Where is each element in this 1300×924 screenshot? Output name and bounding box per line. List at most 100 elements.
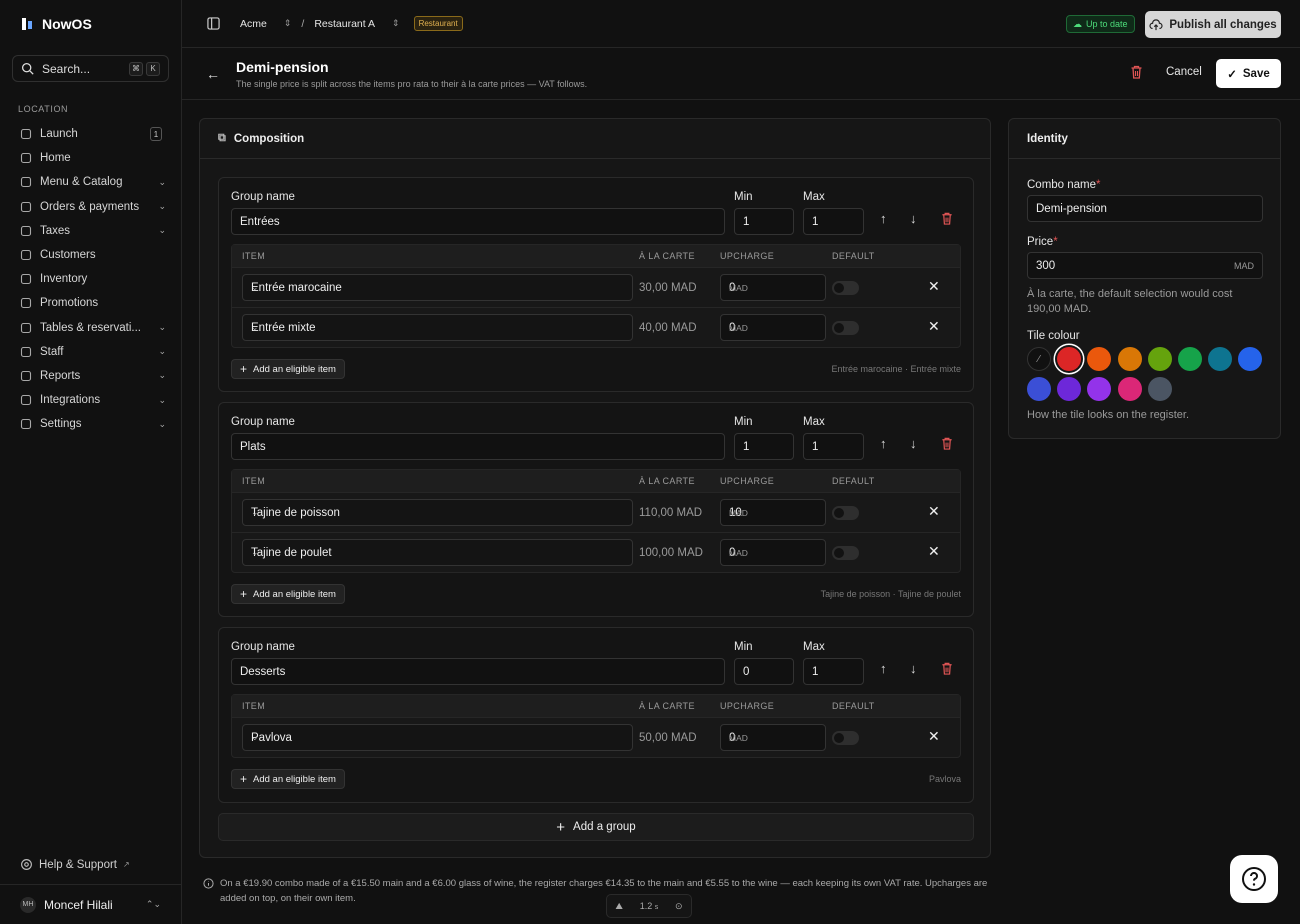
upcharge-field[interactable]: 0 MAD xyxy=(720,314,826,341)
group-name-field[interactable]: Entrées xyxy=(231,208,725,235)
add-item-button[interactable]: + Add an eligible item xyxy=(231,359,345,379)
user-name: Moncef Hilali xyxy=(44,897,113,912)
sidebar-item-staff[interactable]: Staff ⌄ xyxy=(12,340,170,364)
min-field[interactable]: 1 xyxy=(734,208,794,235)
save-button[interactable]: ✓ Save xyxy=(1216,59,1281,88)
colour-swatch[interactable] xyxy=(1238,347,1263,371)
mountain-icon[interactable]: ⛰ xyxy=(615,901,623,912)
colour-swatch[interactable] xyxy=(1208,347,1233,371)
colour-swatch[interactable] xyxy=(1087,377,1112,401)
colour-swatch[interactable] xyxy=(1027,377,1051,401)
min-field[interactable]: 1 xyxy=(734,433,794,460)
back-arrow-icon[interactable]: ← xyxy=(206,66,220,82)
arrow-up-icon[interactable]: ↑ xyxy=(880,661,887,676)
default-toggle[interactable] xyxy=(832,506,859,520)
chevron-updown-icon: ⇕ xyxy=(283,18,292,28)
default-toggle[interactable] xyxy=(832,731,859,745)
colour-swatch[interactable] xyxy=(1178,347,1202,371)
sidebar-item-menu-catalog[interactable]: Menu & Catalog ⌄ xyxy=(12,170,170,194)
group-name-field[interactable]: Plats xyxy=(231,433,725,460)
sidebar-item-orders-payments[interactable]: Orders & payments ⌄ xyxy=(12,195,170,219)
group-summary: Pavlova xyxy=(928,774,961,784)
remove-item-icon[interactable]: ✕ xyxy=(928,728,940,745)
delete-combo-icon[interactable] xyxy=(1130,65,1143,79)
item-select[interactable]: Tajine de poulet ⌄ xyxy=(242,539,633,566)
colour-swatch[interactable] xyxy=(1087,347,1112,371)
sidebar-item-promotions[interactable]: Promotions xyxy=(12,291,170,315)
chevron-updown-icon: ⇕ xyxy=(392,18,400,28)
sidebar-item-home[interactable]: Home xyxy=(12,146,170,170)
help-link[interactable]: Help & Support ↗ xyxy=(20,858,130,871)
min-value: 0 xyxy=(743,665,750,678)
colour-swatch[interactable] xyxy=(1147,377,1172,401)
combo-name-field[interactable]: Demi-pension xyxy=(1027,195,1263,222)
sidebar-item-tables-reservati[interactable]: Tables & reservati... ⌄ xyxy=(12,316,170,340)
default-toggle[interactable] xyxy=(832,321,859,335)
arrow-down-icon[interactable]: ↓ xyxy=(910,436,917,451)
user-menu[interactable]: MH Moncef Hilali ⌃⌄ xyxy=(0,884,181,924)
target-icon[interactable]: ⊙ xyxy=(675,901,683,912)
delete-group-icon[interactable] xyxy=(941,437,953,450)
remove-item-icon[interactable]: ✕ xyxy=(928,503,940,520)
arrow-down-icon[interactable]: ↓ xyxy=(910,661,917,676)
brand[interactable]: NowOS xyxy=(20,16,92,32)
colour-swatch[interactable] xyxy=(1057,347,1082,371)
required-marker: * xyxy=(1096,179,1101,191)
sidebar-item-settings[interactable]: Settings ⌄ xyxy=(12,412,170,436)
alacarte-price: 50,00 MAD xyxy=(639,732,697,744)
upcharge-field[interactable]: 0 MAD xyxy=(720,274,826,301)
max-field[interactable]: 1 xyxy=(803,433,864,460)
cancel-button[interactable]: Cancel xyxy=(1166,66,1202,78)
item-select[interactable]: Entrée mixte ⌄ xyxy=(242,314,633,341)
cloud-check-icon: ☁ xyxy=(1073,18,1082,29)
item-select[interactable]: Tajine de poisson ⌄ xyxy=(242,499,633,526)
identity-title: Identity xyxy=(1027,132,1068,145)
arrow-up-icon[interactable]: ↑ xyxy=(880,211,887,226)
arrow-down-icon[interactable]: ↓ xyxy=(910,211,917,226)
sidebar-item-label: Tables & reservati... xyxy=(40,321,141,334)
sidebar-toggle-icon[interactable] xyxy=(207,17,220,30)
delete-group-icon[interactable] xyxy=(941,212,953,225)
remove-item-icon[interactable]: ✕ xyxy=(928,318,940,335)
default-toggle[interactable] xyxy=(832,281,859,295)
min-field[interactable]: 0 xyxy=(734,658,794,685)
colour-swatch[interactable] xyxy=(1057,377,1082,401)
upcharge-field[interactable]: 0 MAD xyxy=(720,724,826,751)
org-switcher[interactable]: Acme ⇕ xyxy=(240,18,291,30)
item-select[interactable]: Pavlova ⌄ xyxy=(242,724,633,751)
add-item-button[interactable]: + Add an eligible item xyxy=(231,584,345,604)
group-name-field[interactable]: Desserts xyxy=(231,658,725,685)
sidebar-item-taxes[interactable]: Taxes ⌄ xyxy=(12,219,170,243)
sidebar-item-customers[interactable]: Customers xyxy=(12,243,170,267)
help-fab-button[interactable] xyxy=(1230,855,1278,903)
sidebar-item-launch[interactable]: Launch 1 xyxy=(12,122,170,146)
search-input[interactable]: Search... ⌘ K xyxy=(12,55,169,82)
add-item-button[interactable]: + Add an eligible item xyxy=(231,769,345,789)
max-field[interactable]: 1 xyxy=(803,208,864,235)
remove-item-icon[interactable]: ✕ xyxy=(928,543,940,560)
price-field[interactable]: 300 MAD xyxy=(1027,252,1263,279)
colour-swatch[interactable] xyxy=(1117,347,1142,371)
upcharge-field[interactable]: 0 MAD xyxy=(720,539,826,566)
item-select[interactable]: Entrée marocaine ⌄ xyxy=(242,274,633,301)
location-switcher[interactable]: Restaurant A ⇕ xyxy=(314,18,399,30)
colour-swatch[interactable] xyxy=(1117,377,1142,401)
sidebar-item-reports[interactable]: Reports ⌄ xyxy=(12,364,170,388)
colour-swatch-none[interactable]: ⁄ xyxy=(1027,347,1051,371)
sidebar-item-inventory[interactable]: Inventory xyxy=(12,267,170,291)
remove-item-icon[interactable]: ✕ xyxy=(928,278,940,295)
colour-swatch[interactable] xyxy=(1147,347,1172,371)
delete-group-icon[interactable] xyxy=(941,662,953,675)
add-group-button[interactable]: + Add a group xyxy=(218,813,974,841)
sidebar-item-integrations[interactable]: Integrations ⌄ xyxy=(12,388,170,412)
publish-button[interactable]: Publish all changes xyxy=(1145,11,1281,38)
upcharge-field[interactable]: 10 MAD xyxy=(720,499,826,526)
group-name-value: Plats xyxy=(240,440,266,453)
item-name: Entrée mixte xyxy=(251,321,316,334)
arrow-up-icon[interactable]: ↑ xyxy=(880,436,887,451)
org-name: Acme xyxy=(240,17,267,30)
default-toggle[interactable] xyxy=(832,546,859,560)
max-field[interactable]: 1 xyxy=(803,658,864,685)
search-placeholder: Search... xyxy=(42,61,91,76)
price-label: Price* xyxy=(1027,236,1058,248)
